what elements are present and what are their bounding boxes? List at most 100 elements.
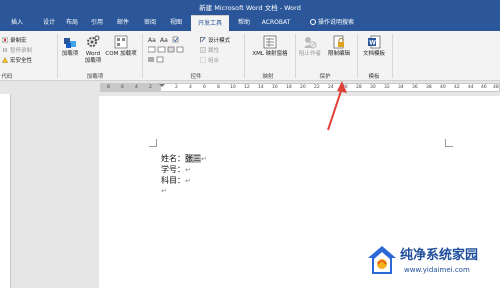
record-macro-button[interactable]: 录制宏 (2, 36, 27, 44)
ruler-number: 4 (135, 85, 138, 90)
properties-icon (200, 47, 206, 53)
tab-mailings[interactable]: 邮件 (112, 16, 134, 30)
ruler-number: 2 (175, 85, 178, 90)
annotation-arrow-icon (327, 81, 347, 131)
ruler-number: 10 (230, 85, 236, 90)
doc-line-subject[interactable]: 科目：↵ (161, 176, 191, 186)
tab-acrobat[interactable]: ACROBAT (258, 16, 294, 30)
tell-me-search[interactable]: 操作说明搜索 (304, 16, 360, 30)
ruler-number: 14 (258, 85, 264, 90)
name-value-selected[interactable]: 张三 (185, 154, 201, 163)
xml-mapping-pane-button[interactable]: XML 映射窗格 (248, 35, 292, 58)
control-row-3[interactable] (148, 56, 168, 65)
group-label-mapping: 映射 (262, 74, 274, 80)
ruler-number: 16 (272, 85, 278, 90)
text-controls-icons: Aa Aa (148, 36, 179, 44)
svg-text:W: W (369, 40, 376, 47)
record-macro-label: 录制宏 (10, 38, 27, 44)
addins-button[interactable]: 加载项 (61, 35, 79, 58)
ruler-number: 46 (481, 85, 487, 90)
svg-text:Aa: Aa (160, 37, 168, 43)
com-addins-icon (114, 35, 128, 49)
block-authors-button: 阻止作者 (297, 35, 323, 58)
restrict-editing-button[interactable]: 限制编辑 (325, 35, 353, 58)
control-row-2[interactable] (147, 46, 184, 55)
tab-references[interactable]: 引用 (86, 16, 108, 30)
ribbon-developer: 录制宏 暂停录制 宏安全性 代码 加载项 Word 加载项 COM 加载项 加载… (0, 31, 500, 81)
ruler-number: 8 (107, 85, 110, 90)
name-label: 姓名： (161, 154, 185, 163)
margin-corner-mark (149, 139, 157, 147)
group-separator (392, 34, 393, 78)
ribbon-tabs: 插入 设计 布局 引用 邮件 审阅 视图 开发工具 帮助 ACROBAT 操作说… (0, 13, 500, 31)
list-controls-icons (147, 46, 184, 53)
tell-me-label: 操作说明搜索 (317, 19, 354, 26)
ruler-number: 34 (398, 85, 404, 90)
ruler-number: 22 (314, 85, 320, 90)
horizontal-ruler[interactable]: 8 6 4 2 2 4 6 8 10 12 14 16 18 20 22 24 … (100, 83, 500, 92)
document-template-button[interactable]: W 文档模板 (360, 35, 388, 58)
ruler-bar: 8 6 4 2 2 4 6 8 10 12 14 16 18 20 22 24 … (0, 81, 500, 94)
window-title: 新建 Microsoft Word 文档 - Word (199, 4, 301, 12)
lightbulb-icon (309, 19, 316, 25)
margin-corner-mark (445, 139, 453, 147)
ruler-number: 40 (440, 85, 446, 90)
group-label-code: 代码 (1, 74, 13, 80)
ruler-number: 12 (244, 85, 250, 90)
block-authors-icon (304, 37, 317, 49)
macro-security-button[interactable]: 宏安全性 (2, 56, 32, 64)
properties-button: 属性 (200, 46, 219, 54)
ruler-number: 28 (356, 85, 362, 90)
control-row-1[interactable]: Aa Aa (148, 36, 184, 45)
ruler-number: 42 (454, 85, 460, 90)
tab-design[interactable]: 设计 (38, 16, 60, 30)
design-mode-label: 设计模式 (208, 38, 231, 44)
site-watermark: 纯净系统家园 www.yidaimei.com (366, 240, 496, 284)
doc-line-student-id[interactable]: 学号：↵ (161, 165, 191, 175)
ruler-number: 32 (384, 85, 390, 90)
word-addins-label-line1: Word (85, 51, 101, 57)
ruler-number: 2 (149, 85, 152, 90)
ruler-number: 4 (189, 85, 192, 90)
ruler-number: 44 (468, 85, 474, 90)
ruler-number: 30 (370, 85, 376, 90)
tab-layout[interactable]: 布局 (61, 16, 83, 30)
group-icon (200, 57, 206, 63)
group-button: 组合 (200, 56, 219, 64)
ruler-number: 8 (217, 85, 220, 90)
com-addins-label: COM 加载项 (105, 51, 137, 57)
macro-security-label: 宏安全性 (10, 58, 33, 64)
properties-label: 属性 (208, 48, 220, 54)
doc-line-name[interactable]: 姓名：张三↵ (161, 154, 207, 164)
word-addins-button[interactable]: Word 加载项 (83, 35, 103, 64)
word-template-icon: W (368, 35, 381, 49)
subject-label: 科目： (161, 176, 185, 185)
word-addins-label-line2: 加载项 (84, 57, 102, 64)
com-addins-button[interactable]: COM 加载项 (104, 35, 138, 58)
vertical-ruler[interactable] (0, 94, 11, 288)
group-label-addins: 加载项 (86, 74, 104, 80)
tab-help[interactable]: 帮助 (233, 16, 255, 30)
svg-text:Aa: Aa (148, 37, 156, 43)
ruler-number: 48 (493, 85, 499, 90)
ruler-number: 6 (203, 85, 206, 90)
group-separator (244, 34, 245, 78)
tab-insert[interactable]: 插入 (6, 16, 28, 30)
pause-recording-button: 暂停录制 (2, 46, 32, 54)
tab-view[interactable]: 视图 (165, 16, 187, 30)
ruler-number: 38 (426, 85, 432, 90)
first-line-indent-marker[interactable] (159, 84, 165, 87)
tab-developer[interactable]: 开发工具 (191, 15, 229, 31)
ruler-number: 20 (300, 85, 306, 90)
group-label-controls: 控件 (190, 74, 202, 80)
xml-mapping-label: XML 映射窗格 (252, 51, 288, 57)
paragraph-mark: ↵ (161, 187, 167, 195)
block-authors-label: 阻止作者 (298, 51, 321, 57)
paragraph-mark: ↵ (185, 166, 191, 174)
paragraph-mark: ↵ (185, 177, 191, 185)
gear-icon (87, 35, 100, 47)
legacy-tools-icons (148, 56, 164, 63)
design-mode-button[interactable]: 设计模式 (200, 36, 230, 44)
tab-review[interactable]: 审阅 (139, 16, 161, 30)
record-macro-icon (2, 37, 8, 43)
